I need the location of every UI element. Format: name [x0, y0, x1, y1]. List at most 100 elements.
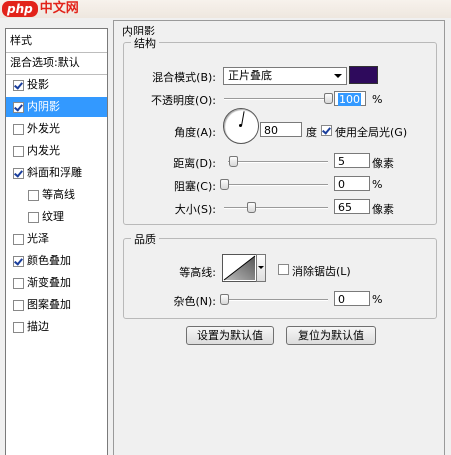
- structure-title: 结构: [131, 35, 159, 51]
- blend-mode-label: 混合模式(B):: [152, 71, 216, 84]
- style-item-label: 内阴影: [27, 100, 60, 113]
- style-item[interactable]: 外发光: [6, 119, 107, 139]
- choke-value: 0: [338, 178, 345, 191]
- opacity-slider-track[interactable]: [224, 98, 328, 100]
- antialias-checkbox[interactable]: [278, 264, 289, 275]
- size-slider-thumb[interactable]: [247, 202, 257, 213]
- logo-cn: 中文网: [39, 1, 79, 16]
- reset-default-button[interactable]: 复位为默认值: [286, 326, 376, 345]
- blend-mode-value: 正片叠底: [228, 69, 272, 82]
- style-item[interactable]: 颜色叠加: [6, 251, 107, 271]
- contour-preview[interactable]: [222, 254, 257, 282]
- choke-unit: %: [372, 178, 383, 191]
- style-item-label: 渐变叠加: [27, 276, 71, 289]
- distance-label: 距离(D):: [173, 157, 216, 170]
- contour-label: 等高线:: [179, 266, 216, 279]
- angle-dial[interactable]: [223, 108, 259, 144]
- antialias-label: 消除锯齿(L): [292, 265, 351, 278]
- noise-unit: %: [372, 293, 383, 306]
- style-item[interactable]: 内发光: [6, 141, 107, 161]
- opacity-input[interactable]: 100: [334, 91, 366, 106]
- style-item[interactable]: 混合选项:默认: [6, 53, 107, 73]
- style-item[interactable]: 纹理: [6, 207, 107, 227]
- choke-slider-thumb[interactable]: [220, 179, 229, 190]
- blend-color-swatch[interactable]: [349, 66, 378, 84]
- distance-slider-thumb[interactable]: [229, 156, 238, 167]
- style-item-checkbox[interactable]: [13, 79, 24, 91]
- angle-label: 角度(A):: [174, 126, 216, 139]
- angle-unit: 度: [306, 126, 317, 139]
- style-item-label: 混合选项:默认: [10, 56, 80, 69]
- angle-input[interactable]: 80: [260, 122, 302, 137]
- distance-input[interactable]: 5: [334, 153, 370, 168]
- style-item-checkbox[interactable]: [13, 277, 24, 289]
- style-item-label: 颜色叠加: [27, 254, 71, 267]
- style-item-label: 外发光: [27, 122, 60, 135]
- chevron-down-icon: [258, 266, 264, 269]
- noise-label: 杂色(N):: [173, 295, 216, 308]
- opacity-label: 不透明度(O):: [151, 94, 216, 107]
- style-item-label: 样式: [10, 34, 32, 47]
- style-item-label: 图案叠加: [27, 298, 71, 311]
- style-item-checkbox[interactable]: [13, 123, 24, 135]
- choke-label: 阻塞(C):: [174, 180, 216, 193]
- distance-slider-track[interactable]: [228, 161, 328, 163]
- style-item-checkbox[interactable]: [13, 233, 24, 245]
- style-item[interactable]: 等高线: [6, 185, 107, 205]
- style-item[interactable]: 投影: [6, 75, 107, 95]
- size-label: 大小(S):: [174, 203, 216, 216]
- contour-curve-icon: [223, 255, 256, 281]
- style-item-label: 斜面和浮雕: [27, 166, 82, 179]
- size-input[interactable]: 65: [334, 199, 370, 214]
- style-list: 样式混合选项:默认投影内阴影外发光内发光斜面和浮雕等高线纹理光泽颜色叠加渐变叠加…: [5, 28, 108, 455]
- style-item-checkbox[interactable]: [13, 255, 24, 267]
- style-item[interactable]: 图案叠加: [6, 295, 107, 315]
- blend-mode-select[interactable]: 正片叠底: [223, 67, 347, 85]
- style-item[interactable]: 光泽: [6, 229, 107, 249]
- angle-value: 80: [264, 124, 278, 137]
- style-item[interactable]: 内阴影: [6, 97, 107, 117]
- choke-slider-track[interactable]: [224, 184, 328, 186]
- distance-value: 5: [338, 155, 345, 168]
- quality-group: 品质: [123, 231, 437, 319]
- style-item[interactable]: 斜面和浮雕: [6, 163, 107, 183]
- opacity-unit: %: [372, 93, 383, 106]
- style-item-checkbox[interactable]: [13, 299, 24, 311]
- size-unit: 像素: [372, 203, 394, 216]
- style-item-label: 投影: [27, 78, 49, 91]
- style-item-label: 内发光: [27, 144, 60, 157]
- size-slider-track[interactable]: [224, 207, 328, 209]
- top-bar: php 中文网: [0, 0, 451, 18]
- noise-slider-track[interactable]: [224, 299, 328, 301]
- set-default-button[interactable]: 设置为默认值: [186, 326, 274, 345]
- global-light-checkbox[interactable]: [321, 125, 332, 136]
- site-logo: php 中文网: [2, 0, 79, 18]
- quality-title: 品质: [131, 231, 159, 247]
- style-item[interactable]: 描边: [6, 317, 107, 337]
- style-item-label: 纹理: [42, 210, 64, 223]
- noise-input[interactable]: 0: [334, 291, 370, 306]
- style-item-checkbox[interactable]: [13, 321, 24, 333]
- style-item-checkbox[interactable]: [13, 167, 24, 179]
- global-light-label: 使用全局光(G): [335, 126, 408, 139]
- style-item-checkbox[interactable]: [13, 101, 24, 113]
- style-item-label: 描边: [27, 320, 49, 333]
- style-item[interactable]: 渐变叠加: [6, 273, 107, 293]
- angle-center-dot: [239, 124, 242, 127]
- opacity-slider-thumb[interactable]: [324, 93, 333, 104]
- style-item-label: 光泽: [27, 232, 49, 245]
- inner-shadow-panel: 内阴影 结构 混合模式(B): 正片叠底 不透明度(O): 100 % 角度(A…: [113, 20, 445, 455]
- opacity-value: 100: [338, 93, 361, 106]
- style-item-label: 等高线: [42, 188, 75, 201]
- choke-input[interactable]: 0: [334, 176, 370, 191]
- style-item[interactable]: 样式: [6, 31, 107, 51]
- style-item-checkbox[interactable]: [13, 145, 24, 157]
- style-item-checkbox[interactable]: [28, 211, 39, 223]
- size-value: 65: [338, 201, 352, 214]
- noise-slider-thumb[interactable]: [220, 294, 229, 305]
- contour-dropdown-button[interactable]: [256, 254, 266, 282]
- noise-value: 0: [338, 293, 345, 306]
- chevron-down-icon: [334, 74, 342, 78]
- logo-php: php: [2, 1, 38, 17]
- style-item-checkbox[interactable]: [28, 189, 39, 201]
